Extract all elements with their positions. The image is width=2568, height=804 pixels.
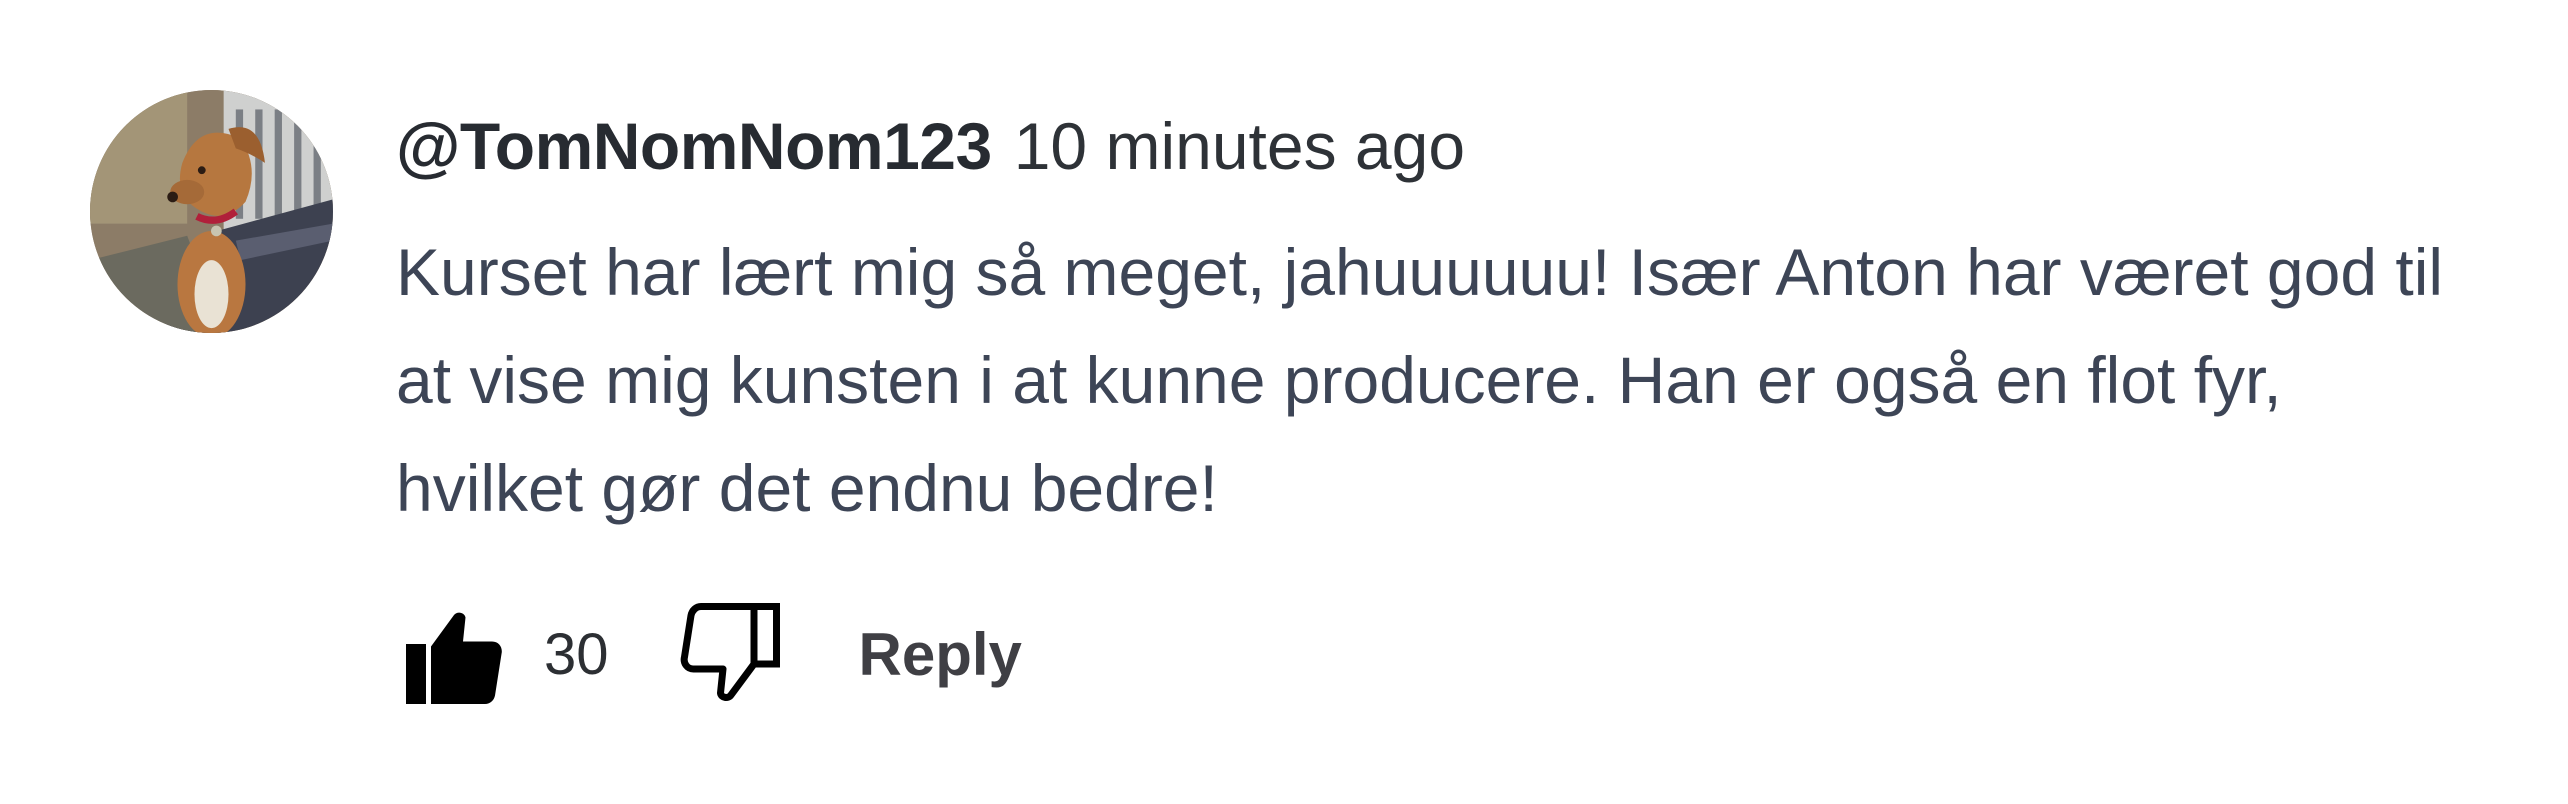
comment-actions: 30 Reply: [396, 594, 1022, 714]
comment-header: @TomNomNom123 10 minutes ago: [396, 108, 2476, 200]
comment-body: @TomNomNom123 10 minutes ago Kurset har …: [396, 108, 2476, 542]
comment-text: Kurset har lært mig så meget, jahuuuuuu!…: [396, 235, 2444, 525]
like-count: 30: [544, 621, 609, 687]
dislike-button[interactable]: [669, 594, 789, 714]
comment-card: @TomNomNom123 10 minutes ago Kurset har …: [0, 0, 2568, 804]
dog-photo-avatar-icon: [90, 90, 333, 333]
username[interactable]: @TomNomNom123: [396, 108, 992, 184]
like-button[interactable]: [396, 594, 516, 714]
thumbs-up-icon: [406, 612, 502, 704]
reply-button[interactable]: Reply: [859, 620, 1022, 689]
thumbs-down-icon: [680, 603, 780, 701]
timestamp[interactable]: 10 minutes ago: [1014, 108, 1465, 184]
avatar[interactable]: [90, 90, 333, 333]
